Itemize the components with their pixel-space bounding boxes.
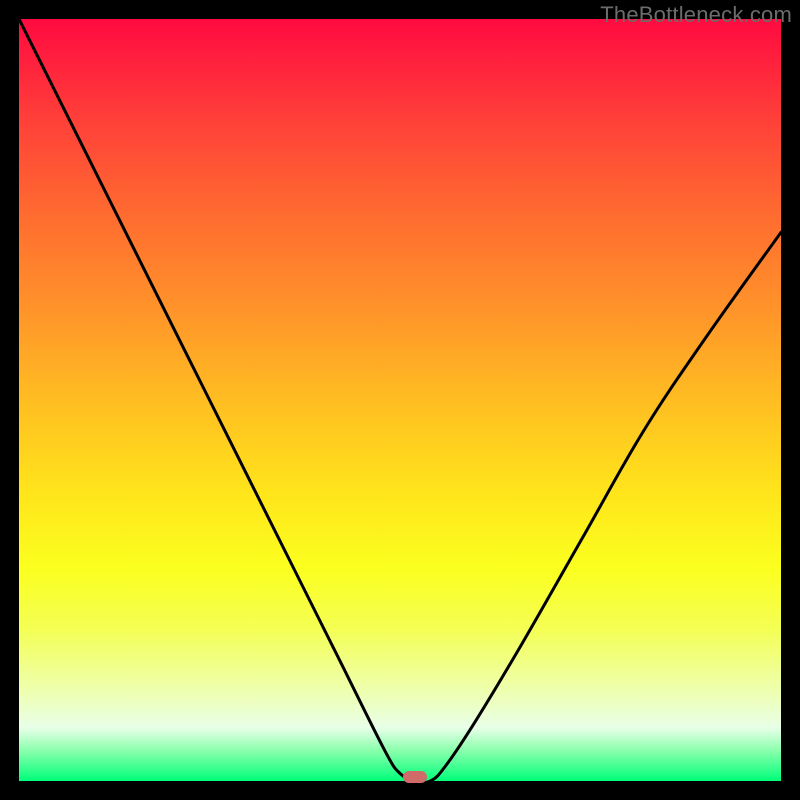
optimal-marker (403, 771, 427, 783)
watermark-text: TheBottleneck.com (600, 2, 792, 28)
curve-path (19, 19, 781, 781)
chart-plot-area (19, 19, 781, 781)
bottleneck-curve (19, 19, 781, 781)
